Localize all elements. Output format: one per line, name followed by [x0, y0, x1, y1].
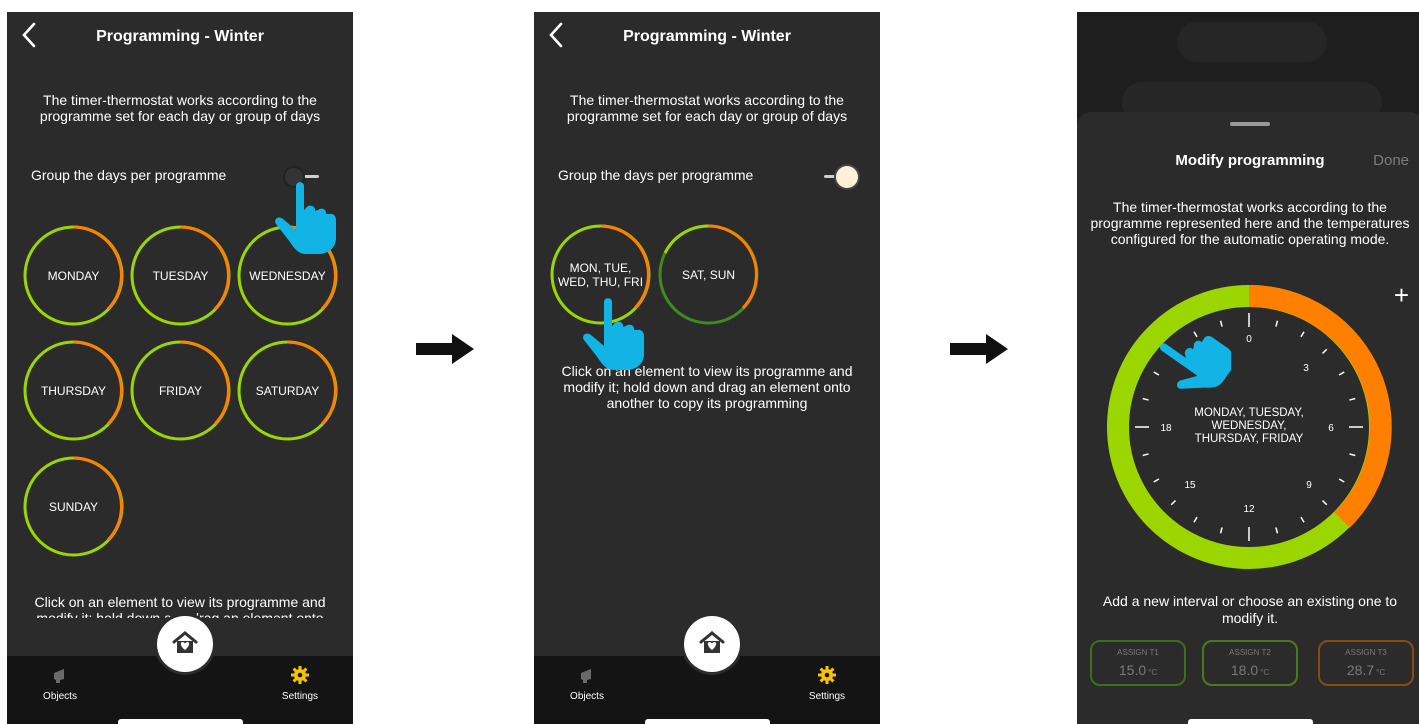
day-ring-saturday[interactable]: SATURDAY — [236, 339, 339, 442]
clock-tick — [1322, 500, 1328, 506]
home-heart-icon — [699, 631, 725, 653]
group-label: SAT, SUN — [681, 267, 736, 282]
hour-label: 6 — [1328, 423, 1334, 434]
clock-tick — [1300, 516, 1305, 523]
nav-settings-label: Settings — [281, 691, 319, 702]
clock-tick — [1275, 320, 1279, 327]
clock-tick — [1219, 527, 1223, 534]
home-heart-icon — [172, 631, 198, 653]
pointer-hand-icon — [275, 182, 336, 254]
hour-label: 18 — [1160, 423, 1172, 434]
intro-text: The timer-thermostat works according to … — [39, 92, 321, 124]
clock-tick — [1338, 371, 1345, 376]
pointer-hand-icon — [583, 298, 644, 370]
day-label: TUESDAY — [152, 268, 209, 283]
clock-tick — [1349, 397, 1356, 401]
home-button[interactable] — [684, 616, 740, 672]
clock-tick — [1349, 453, 1356, 457]
assign-t1-button[interactable]: ASSIGN T1 15.0 °C — [1090, 640, 1186, 686]
gear-icon — [291, 666, 309, 684]
sheet-grabber[interactable] — [1230, 122, 1270, 126]
nav-settings[interactable]: Settings — [270, 665, 330, 702]
page-title: Programming - Winter — [96, 28, 264, 45]
hint-text: Click on an element to view its programm… — [34, 594, 326, 618]
clock-tick — [1322, 348, 1328, 354]
assign-label: ASSIGN T3 — [1345, 648, 1387, 657]
pointer-hand-icon — [1159, 336, 1231, 389]
assign-value: 15.0 °C — [1118, 662, 1158, 678]
clock-center-line: MONDAY, TUESDAY, — [1194, 407, 1304, 419]
nav-objects-label: Objects — [570, 691, 604, 702]
page-title: Programming - Winter — [623, 28, 791, 45]
add-interval-button[interactable]: + — [1394, 282, 1409, 308]
home-indicator — [645, 719, 770, 724]
day-label: SUNDAY — [48, 499, 99, 514]
program-clock[interactable]: 0 3 6 9 12 15 18 MONDAY, TUESDAY, WEDNES… — [1105, 283, 1393, 571]
clock-tick — [1338, 478, 1345, 483]
group-days-toggle[interactable] — [814, 164, 860, 190]
nav-objects[interactable]: Objects — [557, 665, 617, 702]
group-ring-weekend[interactable]: SAT, SUN — [657, 223, 760, 326]
nav-objects[interactable]: Objects — [30, 665, 90, 702]
clock-center-line: THURSDAY, FRIDAY — [1195, 433, 1304, 445]
screen-programming-ungrouped: Programming - Winter The timer-thermosta… — [7, 12, 353, 724]
day-ring-sunday[interactable]: SUNDAY — [22, 455, 125, 558]
clock-tick — [1193, 516, 1198, 523]
background-blur — [1177, 22, 1327, 62]
intro-text: The timer-thermostat works according to … — [566, 92, 848, 124]
clock-tick — [1153, 478, 1160, 483]
clock-tick — [1142, 453, 1149, 457]
assign-t3-button[interactable]: ASSIGN T3 28.7 °C — [1318, 640, 1414, 686]
clock-center-line: WEDNESDAY, — [1212, 420, 1287, 432]
gear-icon — [818, 666, 836, 684]
day-label: FRIDAY — [158, 383, 203, 398]
home-button[interactable] — [157, 616, 213, 672]
clock-tick — [1170, 500, 1176, 506]
objects-icon — [54, 669, 64, 683]
day-ring-monday[interactable]: MONDAY — [22, 224, 125, 327]
sheet-description: The timer-thermostat works according to … — [1090, 199, 1410, 247]
clock-tick — [1275, 527, 1279, 534]
assign-value: 18.0 °C — [1230, 662, 1270, 678]
group-days-label: Group the days per programme — [558, 167, 754, 183]
objects-icon — [581, 669, 591, 683]
done-button[interactable]: Done — [1373, 152, 1409, 169]
day-ring-thursday[interactable]: THURSDAY — [22, 339, 125, 442]
assign-value: 28.7 °C — [1346, 662, 1386, 678]
day-ring-friday[interactable]: FRIDAY — [129, 339, 232, 442]
hour-label: 3 — [1303, 363, 1309, 374]
modify-sheet: Modify programming Done The timer-thermo… — [1077, 112, 1419, 724]
day-ring-tuesday[interactable]: TUESDAY — [129, 224, 232, 327]
nav-objects-label: Objects — [43, 691, 77, 702]
home-indicator — [118, 719, 243, 724]
nav-settings[interactable]: Settings — [797, 665, 857, 702]
hour-label: 15 — [1184, 480, 1196, 491]
hint-text: Click on an element to view its programm… — [561, 363, 853, 411]
day-label: MONDAY — [47, 268, 100, 283]
hour-label: 12 — [1243, 504, 1255, 515]
day-label: THURSDAY — [40, 383, 107, 398]
add-interval-hint: Add a new interval or choose an existing… — [1102, 593, 1398, 626]
screen-modify-programming: Modify programming Done The timer-thermo… — [1077, 12, 1419, 724]
flow-arrow-icon — [950, 334, 1008, 364]
hour-label: 9 — [1306, 480, 1312, 491]
assign-label: ASSIGN T2 — [1229, 648, 1271, 657]
screen-programming-grouped: Programming - Winter The timer-thermosta… — [534, 12, 880, 724]
home-indicator — [1188, 719, 1313, 724]
clock-tick — [1300, 331, 1305, 338]
day-label: SATURDAY — [255, 383, 320, 398]
assign-t2-button[interactable]: ASSIGN T2 18.0 °C — [1202, 640, 1298, 686]
group-days-label: Group the days per programme — [31, 167, 227, 183]
hour-label: 0 — [1246, 334, 1252, 345]
assign-label: ASSIGN T1 — [1117, 648, 1159, 657]
flow-arrow-icon — [416, 334, 474, 364]
clock-tick — [1142, 397, 1149, 401]
nav-settings-label: Settings — [808, 691, 846, 702]
sheet-title: Modify programming — [1175, 152, 1325, 169]
